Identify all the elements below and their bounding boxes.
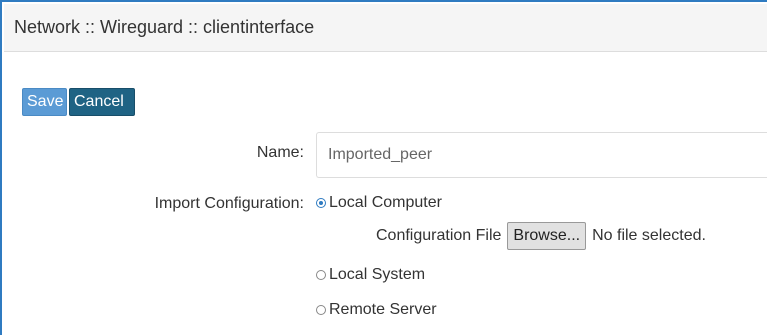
save-button[interactable]: Save — [22, 88, 67, 116]
page-header: Network :: Wireguard :: clientinterface — [4, 4, 767, 52]
import-configuration-label: Import Configuration: — [154, 195, 304, 212]
radio-selected-icon[interactable] — [316, 198, 326, 208]
browse-button[interactable]: Browse... — [507, 222, 587, 250]
configuration-file-row: Configuration File Browse... No file sel… — [376, 222, 706, 250]
configuration-file-label: Configuration File — [376, 227, 502, 244]
page-title: Network :: Wireguard :: clientinterface — [14, 17, 315, 37]
name-label: Name: — [256, 144, 304, 161]
radio-unselected-icon[interactable] — [316, 305, 326, 315]
cancel-button[interactable]: Cancel — [69, 88, 135, 116]
radio-local-system[interactable]: Local System — [316, 266, 425, 284]
radio-label-local-computer: Local Computer — [329, 194, 442, 211]
radio-unselected-icon[interactable] — [316, 270, 326, 280]
name-input[interactable] — [316, 132, 767, 178]
radio-local-computer[interactable]: Local Computer — [316, 194, 442, 212]
file-status-text: No file selected. — [592, 227, 706, 244]
radio-label-remote-server: Remote Server — [329, 301, 437, 318]
radio-remote-server[interactable]: Remote Server — [316, 301, 437, 319]
radio-label-local-system: Local System — [329, 266, 426, 283]
